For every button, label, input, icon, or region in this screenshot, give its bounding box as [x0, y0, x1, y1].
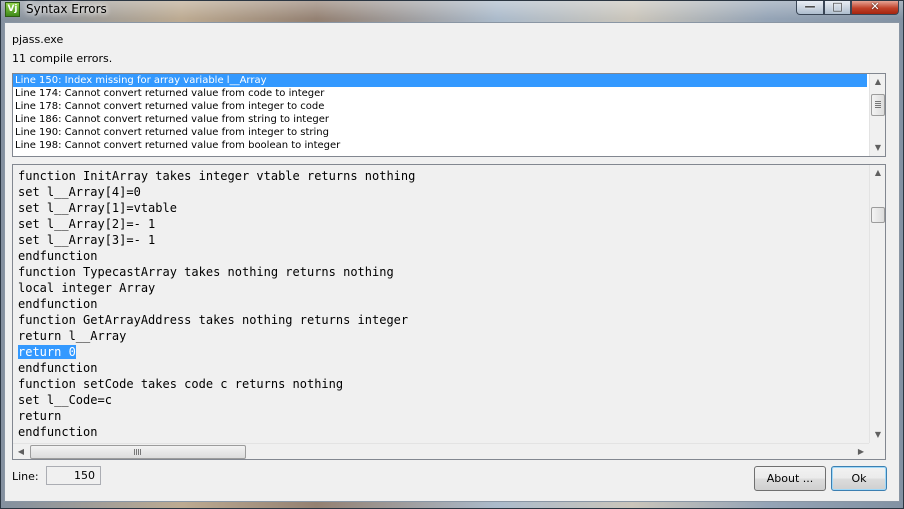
error-list-scroll-thumb[interactable] [871, 94, 885, 116]
code-line: endfunction [18, 296, 869, 312]
code-line: function setCode takes code c returns no… [18, 376, 869, 392]
code-text-area[interactable]: function InitArray takes integer vtable … [13, 165, 869, 443]
error-list-item[interactable]: Line 178: Cannot convert returned value … [13, 100, 867, 113]
scroll-down-icon[interactable]: ▼ [870, 427, 886, 443]
code-line: set l__Array[1]=vtable [18, 200, 869, 216]
code-line: function TypecastArray takes nothing ret… [18, 264, 869, 280]
window-frame: Vj Syntax Errors — □ ✕ pjass.exe 11 comp… [0, 0, 904, 509]
maximize-button[interactable]: □ [824, 0, 851, 15]
code-line: function InitArray takes integer vtable … [18, 168, 869, 184]
code-text: function setCode takes code c returns no… [18, 377, 344, 391]
error-rows: Line 150: Index missing for array variab… [13, 74, 885, 152]
code-text: return [18, 409, 62, 423]
code-text: endfunction [18, 425, 98, 439]
code-line: return [18, 408, 869, 424]
code-line: endfunction [18, 248, 869, 264]
error-list-item[interactable]: Line 174: Cannot convert returned value … [13, 87, 867, 100]
code-text: function GetArrayAddress takes nothing r… [18, 313, 409, 327]
grip-icon [134, 449, 141, 455]
close-icon: ✕ [870, 0, 880, 13]
code-line: endfunction [18, 424, 869, 440]
code-text: set l__Array[3]=- 1 [18, 233, 156, 247]
code-line: set l__Array[2]=- 1 [18, 216, 869, 232]
minimize-button[interactable]: — [796, 0, 824, 15]
code-line: set l__Code=c [18, 392, 869, 408]
code-line: function GetArrayAddress takes nothing r… [18, 312, 869, 328]
code-text: set l__Array[2]=- 1 [18, 217, 156, 231]
code-text: set l__Code=c [18, 393, 112, 407]
close-button[interactable]: ✕ [851, 0, 899, 15]
ok-button[interactable]: Ok [831, 466, 887, 491]
error-list-item[interactable]: Line 150: Index missing for array variab… [13, 74, 867, 87]
window-title: Syntax Errors [26, 2, 107, 16]
dialog-client: pjass.exe 11 compile errors. Line 150: I… [4, 22, 900, 502]
code-text: set l__Array[1]=vtable [18, 201, 177, 215]
code-horizontal-scrollbar[interactable]: ◀ ▶ [13, 443, 869, 459]
code-line: local integer Array [18, 280, 869, 296]
line-number-field[interactable]: 150 [46, 466, 101, 485]
title-bar[interactable]: Vj Syntax Errors — □ ✕ [1, 0, 904, 19]
scroll-up-icon[interactable]: ▲ [870, 74, 886, 90]
grip-icon [875, 101, 881, 108]
app-icon: Vj [5, 2, 20, 17]
scroll-right-icon[interactable]: ▶ [853, 444, 869, 460]
code-editor[interactable]: function InitArray takes integer vtable … [12, 164, 886, 460]
error-count: 11 compile errors. [12, 52, 113, 65]
line-label: Line: [12, 470, 39, 483]
highlighted-code-text: return 0 [18, 345, 76, 359]
code-text: function InitArray takes integer vtable … [18, 169, 416, 183]
maximize-icon: □ [832, 0, 843, 13]
code-line: return 0 [18, 344, 869, 360]
code-text: return l__Array [18, 329, 127, 343]
error-list[interactable]: Line 150: Index missing for array variab… [12, 73, 886, 157]
exe-name: pjass.exe [12, 33, 64, 46]
code-text: endfunction [18, 297, 98, 311]
error-list-item[interactable]: Line 186: Cannot convert returned value … [13, 113, 867, 126]
code-vertical-scroll-thumb[interactable] [871, 207, 885, 223]
scrollbar-corner [869, 443, 885, 459]
scroll-left-icon[interactable]: ◀ [13, 444, 29, 460]
about-button[interactable]: About ... [754, 466, 826, 491]
code-horizontal-scroll-thumb[interactable] [30, 445, 246, 459]
error-list-item[interactable]: Line 190: Cannot convert returned value … [13, 126, 867, 139]
error-list-item[interactable]: Line 198: Cannot convert returned value … [13, 139, 867, 152]
scroll-up-icon[interactable]: ▲ [870, 165, 886, 181]
code-text: function TypecastArray takes nothing ret… [18, 265, 394, 279]
code-text: local integer Array [18, 281, 156, 295]
code-line: endfunction [18, 360, 869, 376]
code-vertical-scrollbar[interactable]: ▲ ▼ [869, 165, 885, 443]
code-text: endfunction [18, 249, 98, 263]
minimize-icon: — [804, 0, 816, 13]
error-list-scrollbar[interactable]: ▲ ▼ [869, 74, 885, 156]
code-line: set l__Array[4]=0 [18, 184, 869, 200]
code-text: set l__Array[4]=0 [18, 185, 141, 199]
code-line: return l__Array [18, 328, 869, 344]
code-line: set l__Array[3]=- 1 [18, 232, 869, 248]
scroll-down-icon[interactable]: ▼ [870, 140, 886, 156]
code-text: endfunction [18, 361, 98, 375]
